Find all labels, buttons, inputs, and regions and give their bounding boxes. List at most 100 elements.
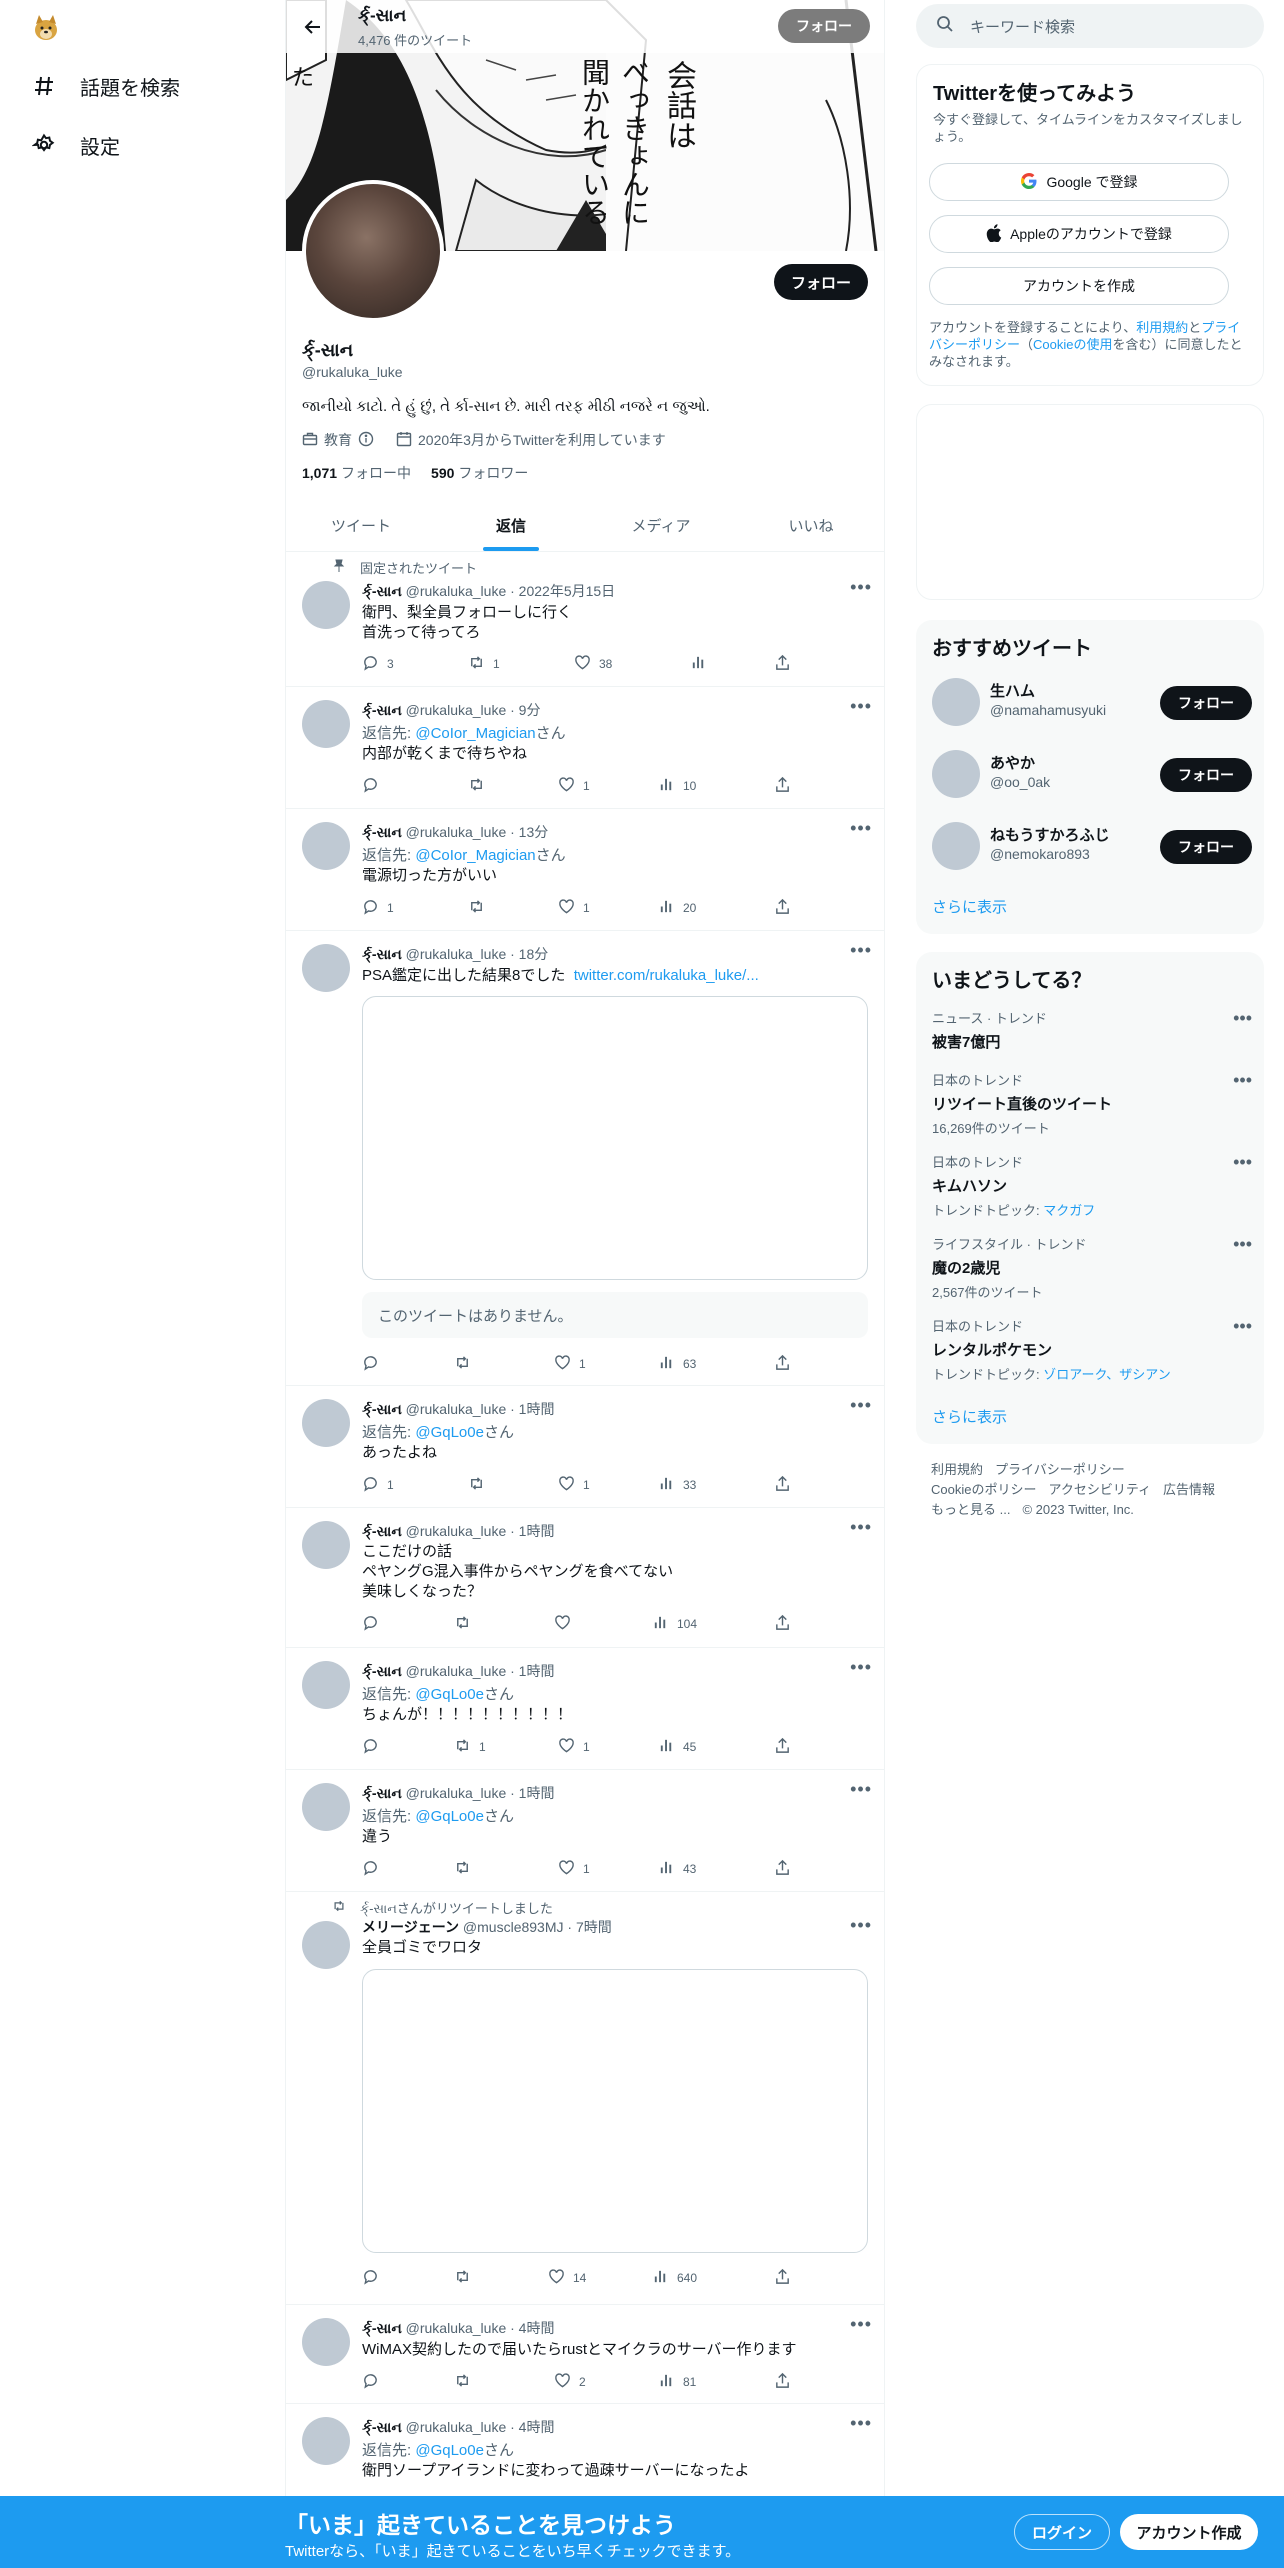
topbar-follow-button[interactable]: フォロー bbox=[778, 9, 870, 43]
recommended-follow-button[interactable]: フォロー bbox=[1160, 830, 1252, 864]
tweet-item[interactable]: ર્ક્-સાન @rukaluka_luke · 1時間 ••• 返信先: @… bbox=[286, 1771, 884, 1892]
views-button[interactable] bbox=[690, 654, 715, 674]
more-icon[interactable]: ••• bbox=[1233, 1070, 1252, 1091]
tweet-author[interactable]: ર્ક્-સાન bbox=[362, 1663, 402, 1679]
tab-replies[interactable]: 返信 bbox=[436, 500, 586, 551]
reply-button[interactable] bbox=[362, 1354, 387, 1374]
reply-button[interactable]: 3 bbox=[362, 654, 394, 674]
footer-more-link[interactable]: もっと見る ... bbox=[931, 1502, 1010, 1517]
tweet-author[interactable]: ર્ક્-સાન bbox=[362, 824, 402, 840]
profile-follow-button[interactable]: フォロー bbox=[774, 264, 868, 300]
tweet-item[interactable]: 固定されたツイート ર્ક્-સાન @rukaluka_luke · 2022… bbox=[286, 553, 884, 687]
views-button[interactable]: 104 bbox=[652, 1614, 697, 1634]
tweet-avatar[interactable] bbox=[302, 944, 350, 992]
tweet-item[interactable]: ર્ક્-સાન @rukaluka_luke · 18分 ••• PSA鑑定に… bbox=[286, 932, 884, 1386]
tweet-avatar[interactable] bbox=[302, 822, 350, 870]
tweet-author[interactable]: メリージェーン bbox=[362, 1919, 459, 1935]
more-icon[interactable]: ••• bbox=[850, 2314, 872, 2335]
retweet-button[interactable] bbox=[454, 2268, 479, 2288]
more-icon[interactable]: ••• bbox=[1233, 1008, 1252, 1029]
recommended-user[interactable]: あやか @oo_0ak フォロー bbox=[932, 746, 1252, 802]
reply-to-handle[interactable]: @GqLo0e bbox=[415, 1424, 484, 1441]
reply-button[interactable]: 1 bbox=[362, 898, 394, 918]
signup-button[interactable]: アカウント作成 bbox=[1120, 2514, 1258, 2550]
like-button[interactable] bbox=[554, 1614, 579, 1634]
tweet-link[interactable]: twitter.com/rukaluka_luke/... bbox=[574, 967, 759, 984]
tweet-avatar[interactable] bbox=[302, 1521, 350, 1569]
more-icon[interactable]: ••• bbox=[850, 2413, 872, 2434]
apple-signup-button[interactable]: Appleのアカウントで登録 bbox=[929, 215, 1229, 253]
reply-button[interactable] bbox=[362, 1737, 387, 1757]
reply-to-handle[interactable]: @CoIor_Magician bbox=[415, 847, 535, 864]
retweet-button[interactable] bbox=[454, 1614, 479, 1634]
more-icon[interactable]: ••• bbox=[850, 940, 872, 961]
reply-button[interactable] bbox=[362, 1859, 387, 1879]
share-button[interactable] bbox=[774, 1859, 791, 1879]
google-signup-button[interactable]: Google で登録 bbox=[929, 163, 1229, 201]
legal-cookie-link[interactable]: Cookieの使用 bbox=[1033, 337, 1112, 352]
recommended-user[interactable]: ねもうすかろふじ @nemokaro893 フォロー bbox=[932, 818, 1252, 874]
more-icon[interactable]: ••• bbox=[850, 1915, 872, 1936]
tweet-media[interactable] bbox=[362, 996, 868, 1280]
views-button[interactable]: 33 bbox=[658, 1475, 696, 1495]
avatar[interactable] bbox=[932, 822, 980, 870]
create-account-button[interactable]: アカウントを作成 bbox=[929, 267, 1229, 305]
footer-cookie-link[interactable]: Cookieのポリシー bbox=[931, 1482, 1036, 1497]
like-button[interactable]: 1 bbox=[554, 1354, 586, 1374]
more-icon[interactable]: ••• bbox=[1233, 1316, 1252, 1337]
search-input[interactable]: キーワード検索 bbox=[970, 16, 1075, 37]
tab-media[interactable]: メディア bbox=[586, 500, 736, 551]
tweet-item[interactable]: ર્ક્-સાન @rukaluka_luke · 1時間 ••• 返信先: @… bbox=[286, 1649, 884, 1770]
doge-logo-icon[interactable] bbox=[30, 12, 62, 44]
more-icon[interactable]: ••• bbox=[1233, 1234, 1252, 1255]
avatar[interactable] bbox=[932, 750, 980, 798]
retweet-button[interactable] bbox=[468, 898, 493, 918]
share-button[interactable] bbox=[774, 1614, 791, 1634]
share-button[interactable] bbox=[774, 2372, 791, 2392]
retweet-button[interactable]: 1 bbox=[454, 1737, 486, 1757]
views-button[interactable]: 640 bbox=[652, 2268, 697, 2288]
trend-topic-link[interactable]: マクガフ bbox=[1043, 1203, 1095, 1218]
retweet-button[interactable]: 1 bbox=[468, 654, 500, 674]
tweet-media[interactable] bbox=[362, 1969, 868, 2253]
more-icon[interactable]: ••• bbox=[850, 577, 872, 598]
info-icon[interactable] bbox=[358, 431, 374, 450]
retweet-button[interactable] bbox=[468, 1475, 493, 1495]
views-button[interactable]: 43 bbox=[658, 1859, 696, 1879]
nav-settings[interactable]: 設定 bbox=[30, 125, 120, 165]
reply-to-handle[interactable]: @GqLo0e bbox=[415, 1686, 484, 1703]
tab-tweets[interactable]: ツイート bbox=[286, 500, 436, 551]
like-button[interactable]: 14 bbox=[548, 2268, 586, 2288]
trend-item[interactable]: ライフスタイル · トレンド 魔の2歳児 2,567件のツイート ••• bbox=[932, 1234, 1252, 1301]
tweet-author[interactable]: ર્ક્-સાન bbox=[362, 1401, 402, 1417]
views-button[interactable]: 81 bbox=[658, 2372, 696, 2392]
footer-ads-link[interactable]: 広告情報 bbox=[1163, 1482, 1215, 1497]
tweet-author[interactable]: ર્ક્-સાન bbox=[362, 2419, 402, 2435]
more-icon[interactable]: ••• bbox=[850, 818, 872, 839]
back-arrow-icon[interactable] bbox=[298, 12, 328, 42]
tweet-item[interactable]: ર્ક્-સાનさんがリツイートしました メリージェーン @muscle893M… bbox=[286, 1893, 884, 2305]
reply-button[interactable]: 1 bbox=[362, 1475, 394, 1495]
share-button[interactable] bbox=[774, 2268, 791, 2288]
like-button[interactable]: 1 bbox=[558, 776, 590, 796]
like-button[interactable]: 1 bbox=[558, 1859, 590, 1879]
retweeted-by[interactable]: ર્ક્-સાનさんがリツイートしました bbox=[360, 1898, 553, 1917]
recommended-follow-button[interactable]: フォロー bbox=[1160, 686, 1252, 720]
share-button[interactable] bbox=[774, 776, 791, 796]
tweet-author[interactable]: ર્ક્-સાન bbox=[362, 946, 402, 962]
search-box[interactable]: キーワード検索 bbox=[916, 4, 1264, 48]
views-button[interactable]: 63 bbox=[658, 1354, 696, 1374]
tweet-item[interactable]: ર્ક્-સાન @rukaluka_luke · 1時間 ••• ここだけの話… bbox=[286, 1509, 884, 1648]
reply-to-handle[interactable]: @GqLo0e bbox=[415, 1808, 484, 1825]
retweet-button[interactable] bbox=[454, 1354, 479, 1374]
tweet-item[interactable]: ર્ક્-સાન @rukaluka_luke · 4時間 ••• WiMAX契… bbox=[286, 2306, 884, 2404]
more-icon[interactable]: ••• bbox=[850, 1779, 872, 1800]
like-button[interactable]: 1 bbox=[558, 898, 590, 918]
like-button[interactable]: 38 bbox=[574, 654, 612, 674]
trend-item[interactable]: ニュース · トレンド 被害7億円 ••• bbox=[932, 1008, 1252, 1052]
footer-privacy-link[interactable]: プライバシーポリシー bbox=[995, 1462, 1125, 1477]
more-icon[interactable]: ••• bbox=[1233, 1152, 1252, 1173]
like-button[interactable]: 1 bbox=[558, 1475, 590, 1495]
tweet-avatar[interactable] bbox=[302, 1399, 350, 1447]
share-button[interactable] bbox=[774, 898, 791, 918]
